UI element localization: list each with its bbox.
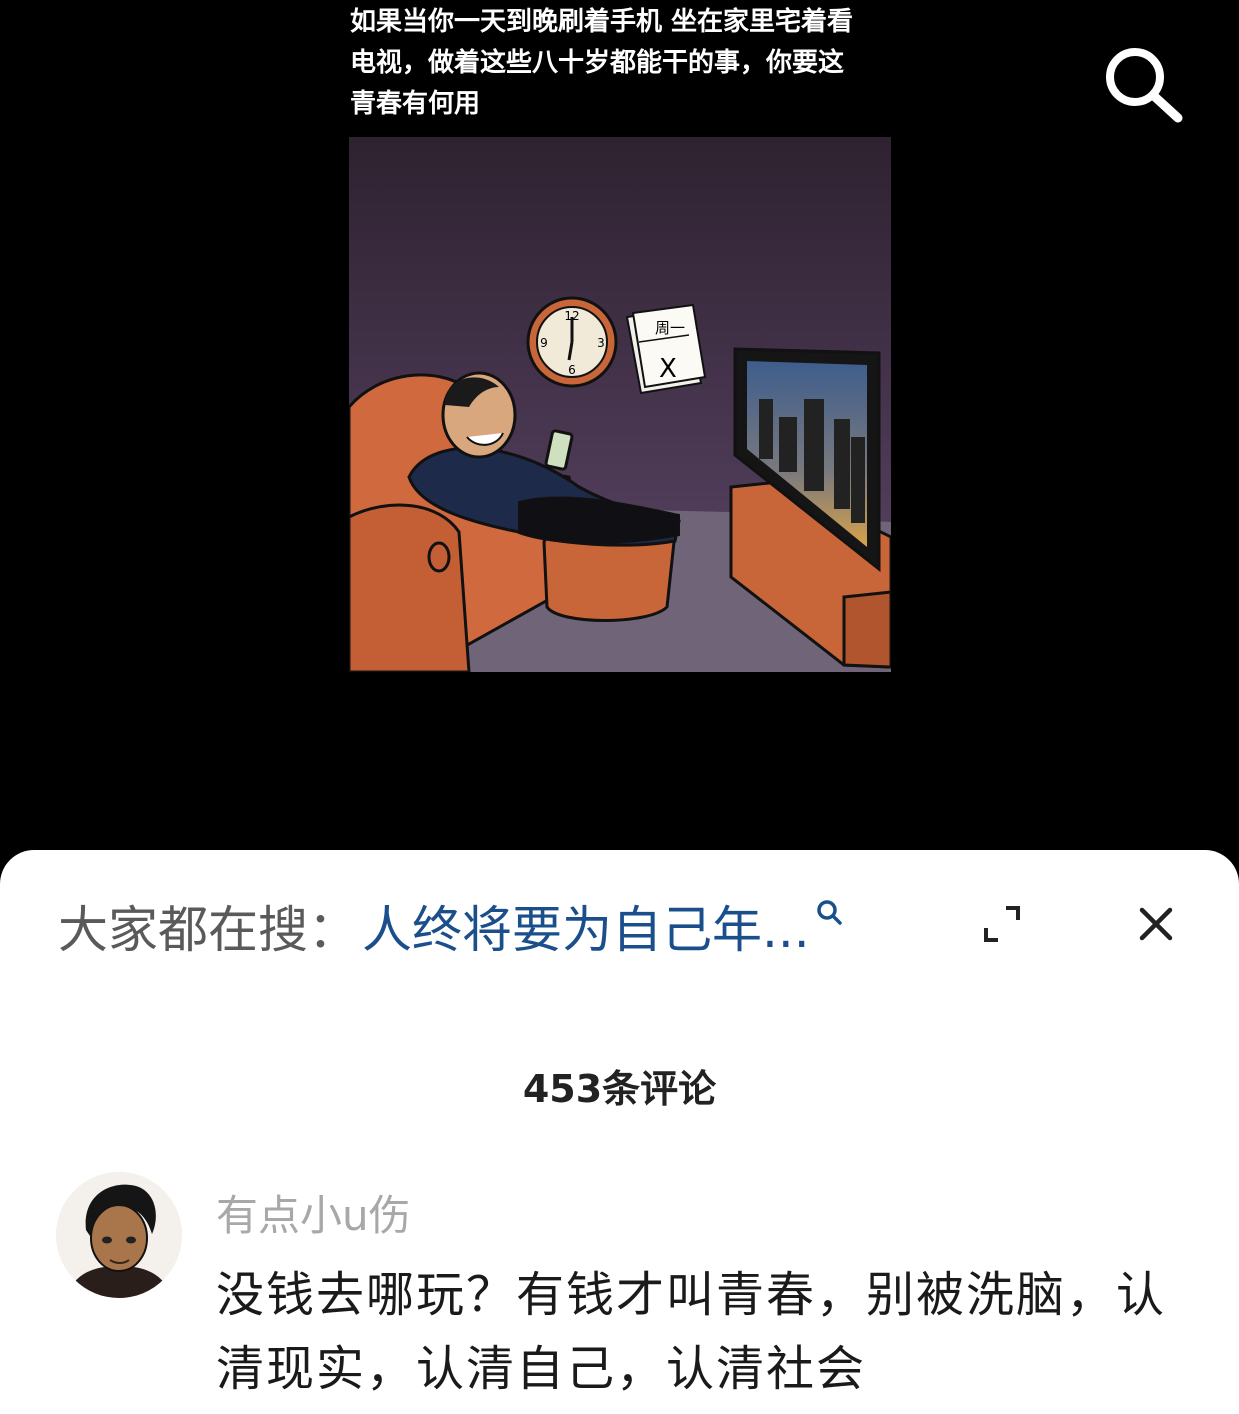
clock-6: 6 bbox=[568, 363, 576, 377]
wall-calendar: 周一 X bbox=[625, 303, 707, 395]
magnifier-small-icon[interactable] bbox=[814, 898, 844, 928]
clock-9: 9 bbox=[540, 336, 548, 350]
wall-clock: 12 3 6 9 bbox=[526, 296, 618, 388]
search-suggestion[interactable]: 大家都在搜： 人终将要为自己年... bbox=[58, 894, 810, 959]
close-icon[interactable] bbox=[1134, 902, 1178, 946]
search-suggestion-prefix: 大家都在搜： bbox=[58, 901, 358, 959]
comic-illustration: 12 3 6 9 周一 X bbox=[349, 137, 891, 672]
comment-username[interactable]: 有点小u伤 bbox=[216, 1182, 411, 1243]
search-icon[interactable] bbox=[1100, 42, 1186, 128]
avatar[interactable] bbox=[56, 1172, 182, 1298]
video-player[interactable]: 如果当你一天到晚刷着手机 坐在家里宅着看 电视，做着这些八十岁都能干的事，你要这… bbox=[0, 0, 1239, 880]
calendar-mark: X bbox=[659, 354, 677, 384]
video-caption: 如果当你一天到晚刷着手机 坐在家里宅着看 电视，做着这些八十岁都能干的事，你要这… bbox=[350, 7, 854, 119]
comment-text: 没钱去哪玩？有钱才叫青春，别被洗脑，认清现实，认清自己，认清社会 bbox=[216, 1267, 1167, 1397]
expand-icon[interactable] bbox=[978, 900, 1026, 948]
avatar-image bbox=[56, 1172, 182, 1298]
clock-3: 3 bbox=[597, 336, 605, 350]
calendar-label: 周一 bbox=[655, 319, 685, 337]
comment-count-title: 453条评论 bbox=[522, 1067, 717, 1111]
search-suggestion-query[interactable]: 人终将要为自己年... bbox=[362, 890, 810, 962]
